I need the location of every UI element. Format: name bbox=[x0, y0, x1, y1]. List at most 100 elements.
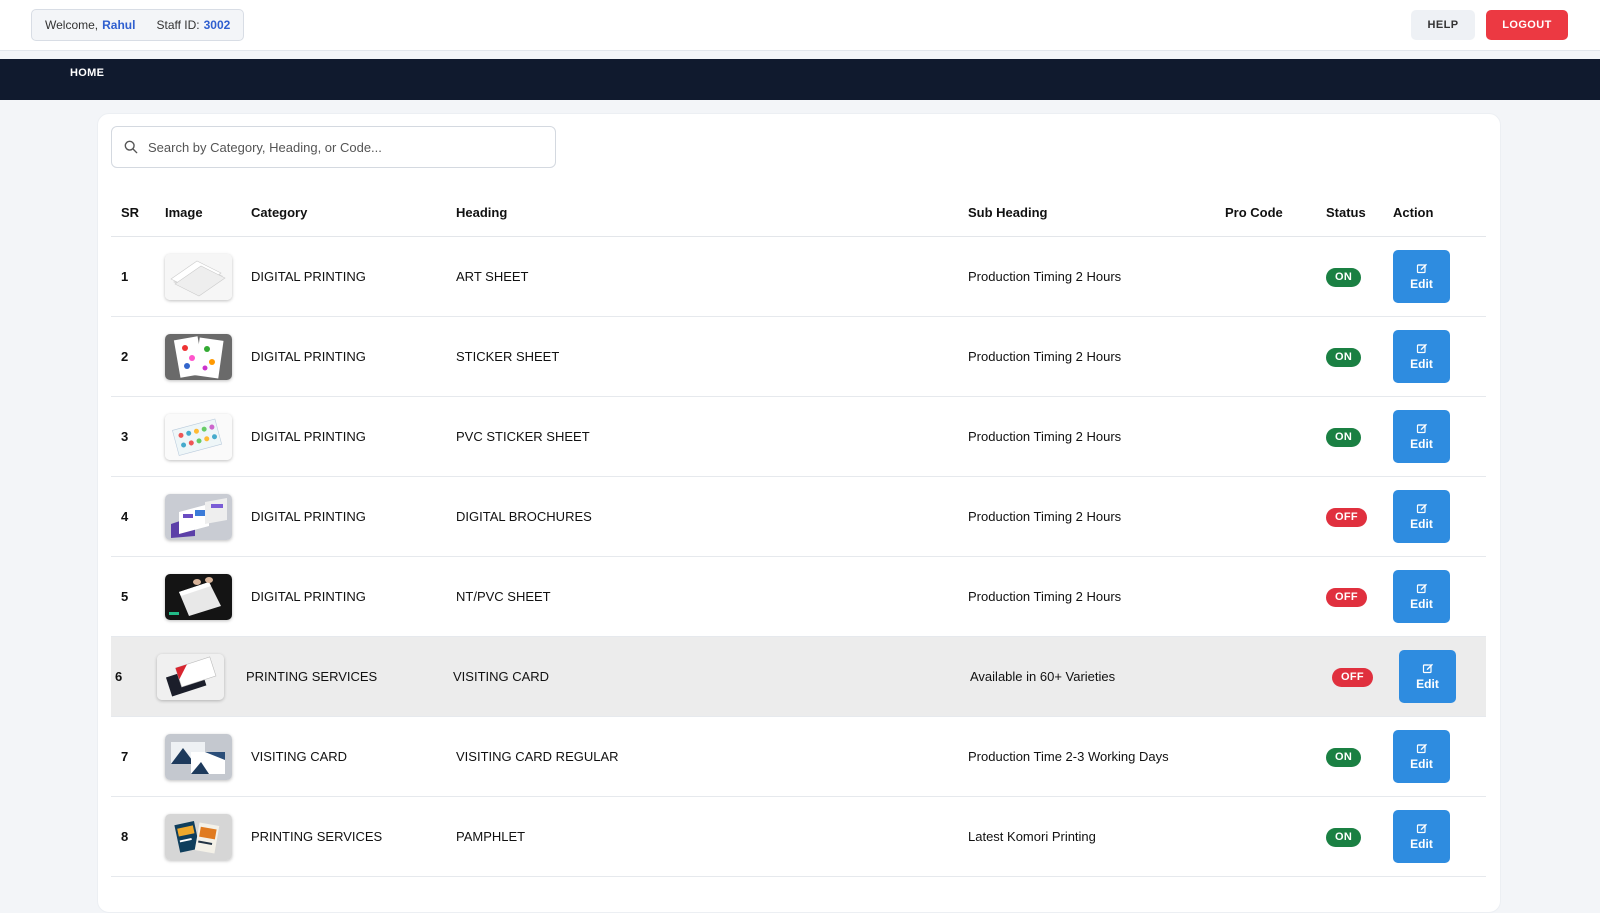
row-category: DIGITAL PRINTING bbox=[251, 429, 366, 444]
row-heading: ART SHEET bbox=[456, 269, 529, 284]
row-category: PRINTING SERVICES bbox=[246, 669, 378, 684]
row-heading: DIGITAL BROCHURES bbox=[456, 509, 592, 524]
edit-label: Edit bbox=[1410, 437, 1433, 451]
status-badge[interactable]: OFF bbox=[1326, 588, 1367, 607]
header-heading: Heading bbox=[456, 205, 508, 220]
status-badge[interactable]: ON bbox=[1326, 348, 1362, 367]
row-sr: 1 bbox=[121, 269, 129, 284]
table-row: 4 DIGITAL PRINTING DIGITAL BROCHURES Produc… bbox=[111, 477, 1486, 557]
edit-button[interactable]: Edit bbox=[1393, 570, 1450, 623]
visiting-card-regular-image bbox=[165, 734, 232, 780]
help-button[interactable]: HELP bbox=[1411, 10, 1475, 40]
edit-button[interactable]: Edit bbox=[1399, 650, 1456, 703]
edit-button[interactable]: Edit bbox=[1393, 730, 1450, 783]
art-sheet-image bbox=[165, 254, 232, 300]
table-row: 5 DIGITAL PRINTING NT/PVC SHEET Production … bbox=[111, 557, 1486, 637]
header-sr: SR bbox=[121, 205, 140, 220]
row-sub-heading: Production Timing 2 Hours bbox=[968, 589, 1122, 604]
top-bar: Welcome, Rahul Staff ID: 3002 HELP LOGOU… bbox=[0, 0, 1600, 51]
brochure-image bbox=[165, 494, 232, 540]
row-sub-heading: Production Timing 2 Hours bbox=[968, 349, 1122, 364]
row-category: DIGITAL PRINTING bbox=[251, 509, 366, 524]
row-sub-heading: Production Time 2-3 Working Days bbox=[968, 749, 1169, 764]
table-header: SR Image Category Heading Sub Heading Pr… bbox=[111, 186, 1486, 237]
header-category: Category bbox=[251, 205, 308, 220]
product-table: SR Image Category Heading Sub Heading Pr… bbox=[111, 186, 1486, 877]
edit-label: Edit bbox=[1416, 677, 1439, 691]
row-heading: STICKER SHEET bbox=[456, 349, 560, 364]
edit-icon bbox=[1416, 743, 1427, 754]
edit-button[interactable]: Edit bbox=[1393, 410, 1450, 463]
nav-home-link[interactable]: HOME bbox=[70, 67, 104, 79]
row-sub-heading: Production Timing 2 Hours bbox=[968, 509, 1122, 524]
header-image: Image bbox=[165, 205, 203, 220]
sticker-sheet-image bbox=[165, 334, 232, 380]
row-sub-heading: Available in 60+ Varieties bbox=[970, 669, 1116, 684]
row-sr: 7 bbox=[121, 749, 129, 764]
row-heading: VISITING CARD REGULAR bbox=[456, 749, 619, 764]
header-status: Status bbox=[1326, 205, 1366, 220]
table-row: 8 PRINTING SERVICES PAMPHLET Latest Komori … bbox=[111, 797, 1486, 877]
status-badge[interactable]: OFF bbox=[1332, 668, 1373, 687]
status-badge[interactable]: ON bbox=[1326, 428, 1362, 447]
logout-button[interactable]: LOGOUT bbox=[1486, 10, 1568, 40]
status-badge[interactable]: ON bbox=[1326, 828, 1362, 847]
row-category: PRINTING SERVICES bbox=[251, 829, 383, 844]
edit-icon bbox=[1416, 263, 1427, 274]
edit-icon bbox=[1416, 343, 1427, 354]
table-row: 7 VISITING CARD VISITING CARD REGULAR Produ… bbox=[111, 717, 1486, 797]
row-heading: PVC STICKER SHEET bbox=[456, 429, 590, 444]
search-icon bbox=[124, 140, 138, 154]
status-badge[interactable]: OFF bbox=[1326, 508, 1367, 527]
edit-icon bbox=[1416, 503, 1427, 514]
header-sub-heading: Sub Heading bbox=[968, 205, 1048, 220]
search-box bbox=[111, 126, 556, 168]
row-sr: 6 bbox=[115, 669, 123, 684]
edit-label: Edit bbox=[1410, 517, 1433, 531]
row-category: DIGITAL PRINTING bbox=[251, 269, 366, 284]
header-action: Action bbox=[1393, 205, 1434, 220]
row-heading: PAMPHLET bbox=[456, 829, 526, 844]
edit-label: Edit bbox=[1410, 757, 1433, 771]
row-heading: NT/PVC SHEET bbox=[456, 589, 551, 604]
row-category: DIGITAL PRINTING bbox=[251, 349, 366, 364]
staff-id-label: Staff ID: bbox=[156, 18, 200, 32]
welcome-label: Welcome, bbox=[45, 18, 99, 32]
status-badge[interactable]: ON bbox=[1326, 748, 1362, 767]
status-badge[interactable]: ON bbox=[1326, 268, 1362, 287]
nt-pvc-sheet-image bbox=[165, 574, 232, 620]
table-row: 2 DIGITAL PRINTING STICKER SHEET Production… bbox=[111, 317, 1486, 397]
row-category: VISITING CARD bbox=[251, 749, 348, 764]
row-sr: 3 bbox=[121, 429, 129, 444]
edit-button[interactable]: Edit bbox=[1393, 250, 1450, 303]
row-sr: 4 bbox=[121, 509, 129, 524]
header-pro-code: Pro Code bbox=[1225, 205, 1283, 220]
user-name: Rahul bbox=[102, 18, 136, 32]
table-row: 3 DIGITAL PRINTING PVC STICKER SHEET Produc… bbox=[111, 397, 1486, 477]
edit-label: Edit bbox=[1410, 357, 1433, 371]
edit-label: Edit bbox=[1410, 837, 1433, 851]
edit-icon bbox=[1416, 823, 1427, 834]
edit-icon bbox=[1422, 663, 1433, 674]
edit-icon bbox=[1416, 583, 1427, 594]
search-input[interactable] bbox=[148, 128, 548, 166]
user-info-box: Welcome, Rahul Staff ID: 3002 bbox=[31, 9, 245, 41]
row-category: DIGITAL PRINTING bbox=[251, 589, 366, 604]
edit-button[interactable]: Edit bbox=[1393, 330, 1450, 383]
row-sub-heading: Production Timing 2 Hours bbox=[968, 429, 1122, 444]
edit-button[interactable]: Edit bbox=[1393, 490, 1450, 543]
visiting-card-image bbox=[157, 654, 224, 700]
row-sr: 5 bbox=[121, 589, 129, 604]
edit-button[interactable]: Edit bbox=[1393, 810, 1450, 863]
edit-icon bbox=[1416, 423, 1427, 434]
edit-label: Edit bbox=[1410, 597, 1433, 611]
staff-id: 3002 bbox=[203, 18, 231, 32]
row-sr: 8 bbox=[121, 829, 129, 844]
product-list-panel: SR Image Category Heading Sub Heading Pr… bbox=[97, 113, 1501, 913]
main-nav: HOME bbox=[0, 59, 1600, 100]
table-row: 6 PRINTING SERVICES VISITING CARD Available… bbox=[111, 637, 1486, 717]
row-sub-heading: Latest Komori Printing bbox=[968, 829, 1096, 844]
pamphlet-image bbox=[165, 814, 232, 860]
table-row: 1 DIGITAL PRINTING ART SHEET Production Tim… bbox=[111, 237, 1486, 317]
pvc-sticker-sheet-image bbox=[165, 414, 232, 460]
